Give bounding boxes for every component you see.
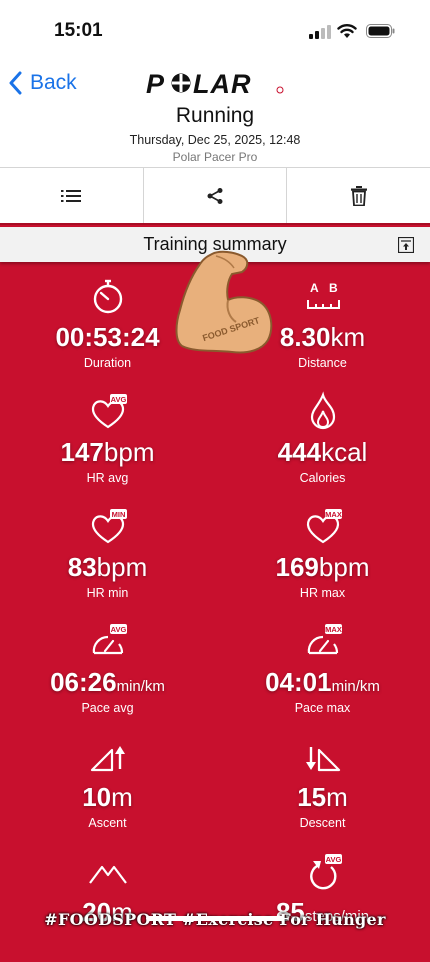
metric-value: 06:26min/km	[50, 667, 165, 697]
heart-min-icon: MIN	[91, 509, 127, 544]
metric-pace-max: MAX 04:01min/km Pace max	[215, 617, 430, 732]
metric-label: HR avg	[86, 471, 129, 485]
metric-pace-avg: AVG 06:26min/km Pace avg	[0, 617, 215, 732]
distance-icon: A B	[307, 281, 340, 309]
header-area: 15:01 Back P LAR Running Thursday, Dec 2…	[0, 0, 430, 225]
metric-hr-max: MAX 169bpm HR max	[215, 502, 430, 617]
home-indicator[interactable]	[146, 916, 284, 921]
metric-value: 15m	[297, 782, 348, 812]
metric-value: 444kcal	[277, 437, 368, 467]
back-button[interactable]: Back	[8, 68, 77, 98]
svg-text:A: A	[310, 281, 319, 295]
metric-cadence: AVG 85steps/min	[215, 847, 430, 962]
metric-hr-min: MIN 83bpm HR min	[0, 502, 215, 617]
metric-label: Ascent	[88, 816, 127, 830]
metric-hr-avg: AVG 147bpm HR avg	[0, 387, 215, 502]
svg-text:AVG: AVG	[326, 855, 342, 864]
metric-label: HR max	[299, 586, 346, 600]
metric-label: Duration	[83, 356, 132, 370]
descent-icon	[306, 747, 341, 772]
status-time: 15:01	[54, 20, 103, 41]
svg-text:LAR: LAR	[193, 70, 252, 96]
metric-value: 147bpm	[60, 437, 155, 467]
list-button[interactable]	[0, 168, 144, 223]
chevron-left-icon	[9, 71, 22, 95]
cadence-icon: AVG	[310, 854, 342, 890]
flame-icon	[310, 391, 336, 430]
svg-text:B: B	[329, 281, 338, 295]
metric-label: Descent	[299, 816, 346, 830]
metric-ascent: 10m Ascent	[0, 732, 215, 847]
status-bar: 15:01	[0, 0, 430, 60]
metric-value: 169bpm	[275, 552, 370, 582]
metric-value: 83bpm	[67, 552, 148, 582]
wifi-icon	[337, 24, 357, 38]
cellular-signal-icon	[309, 25, 331, 39]
expand-icon[interactable]	[398, 237, 414, 253]
svg-text:MIN: MIN	[112, 510, 126, 519]
pace-max-icon: MAX	[307, 624, 342, 655]
mountain-icon	[89, 865, 127, 884]
activity-title: Running	[175, 104, 255, 127]
metric-label: Pace max	[294, 701, 351, 715]
metric-calories: 444kcal Calories	[215, 387, 430, 502]
metric-value: 10m	[82, 782, 133, 812]
stopwatch-icon	[93, 279, 123, 314]
ascent-icon	[90, 746, 125, 772]
back-label: Back	[30, 71, 77, 94]
metric-label: Pace avg	[81, 701, 134, 715]
share-icon	[207, 187, 223, 204]
delete-button[interactable]	[287, 168, 430, 223]
metric-value: 04:01min/km	[265, 667, 380, 697]
polar-logo: P LAR	[146, 70, 284, 96]
pace-avg-icon: AVG	[92, 624, 127, 655]
list-icon	[61, 189, 82, 202]
muscle-sticker: FOOD SPORT	[175, 250, 273, 354]
svg-text:P: P	[146, 70, 165, 96]
heart-max-icon: MAX	[306, 509, 342, 544]
metric-label: Calories	[299, 471, 346, 485]
svg-text:AVG: AVG	[111, 395, 127, 404]
activity-datetime: Thursday, Dec 25, 2025, 12:48	[129, 133, 301, 147]
metric-altitude: 20m	[0, 847, 215, 962]
svg-text:AVG: AVG	[111, 625, 127, 634]
share-button[interactable]	[144, 168, 288, 223]
device-name: Polar Pacer Pro	[172, 150, 258, 164]
svg-text:MAX: MAX	[325, 625, 342, 634]
metric-descent: 15m Descent	[215, 732, 430, 847]
toolbar	[0, 167, 430, 225]
svg-text:MAX: MAX	[325, 510, 342, 519]
metric-label: Distance	[298, 356, 347, 370]
trash-icon	[350, 185, 367, 206]
battery-icon	[366, 24, 395, 38]
heart-avg-icon: AVG	[91, 394, 127, 429]
metric-label: HR min	[86, 586, 129, 600]
